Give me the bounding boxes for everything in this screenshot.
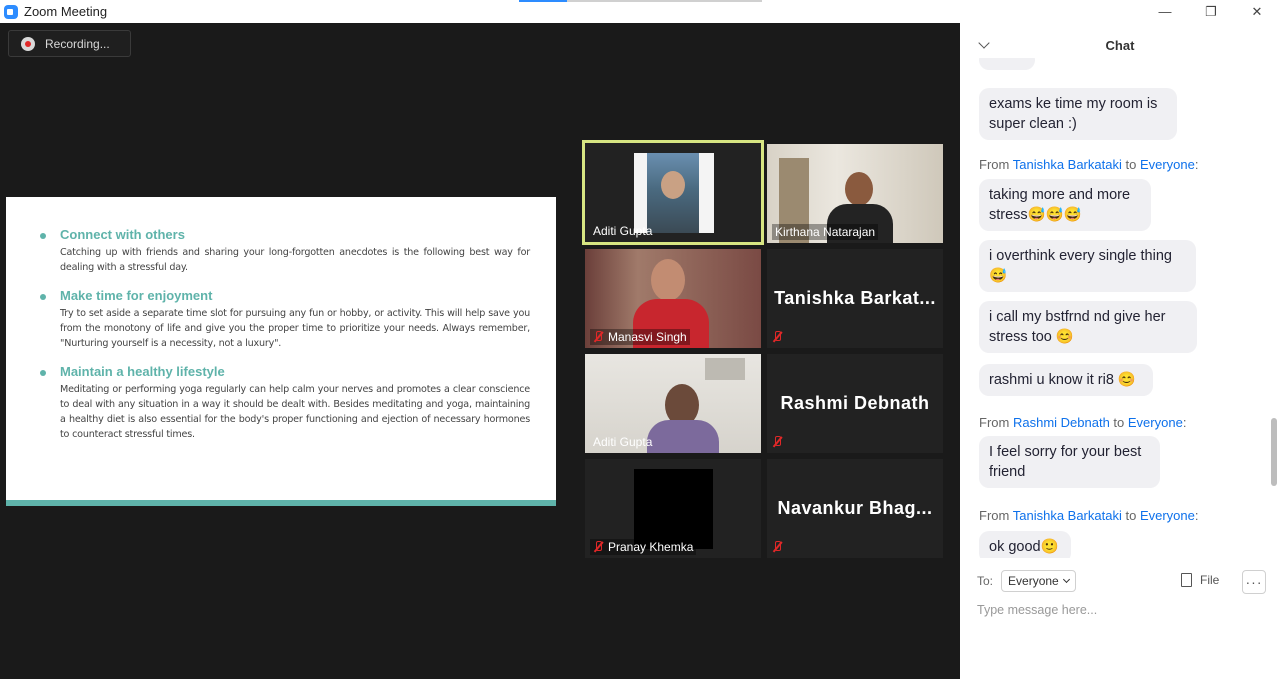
- participant-name: Aditi Gupta: [593, 435, 653, 449]
- title-bar: Zoom Meeting: [0, 0, 960, 23]
- recording-label: Recording...: [45, 36, 110, 51]
- chat-messages[interactable]: exams ke time my room is super clean :) …: [960, 58, 1280, 558]
- video-tile[interactable]: Tanishka Barkat...: [767, 249, 943, 348]
- screen-share-bar: [567, 0, 762, 2]
- close-button[interactable]: ✕: [1234, 0, 1280, 23]
- message-sender-line: From Rashmi Debnath to Everyone:: [979, 415, 1187, 430]
- message-sender-line: From Tanishka Barkataki to Everyone:: [979, 157, 1199, 172]
- bullet-dot-icon: [40, 233, 46, 239]
- recipient-name[interactable]: Everyone: [1128, 415, 1183, 430]
- screen-share-indicator: [519, 0, 567, 2]
- muted-mic-icon: [593, 541, 603, 553]
- chat-message-partial: [979, 58, 1035, 70]
- window-controls: — ❐ ✕: [1142, 0, 1280, 23]
- file-button[interactable]: File: [1181, 573, 1219, 587]
- chat-title: Chat: [1105, 38, 1135, 53]
- video-tile[interactable]: Manasvi Singh: [585, 249, 761, 348]
- restore-button[interactable]: ❐: [1188, 0, 1234, 23]
- video-tile[interactable]: Kirthana Natarajan: [767, 144, 943, 243]
- message-sender-line: From Tanishka Barkataki to Everyone:: [979, 508, 1199, 523]
- chat-message: taking more and more stress😅😅😅: [979, 179, 1151, 231]
- participant-name: Manasvi Singh: [590, 329, 690, 345]
- video-tile[interactable]: Navankur Bhag...: [767, 459, 943, 558]
- to-label: To:: [977, 574, 994, 588]
- sender-name[interactable]: Rashmi Debnath: [1013, 415, 1110, 430]
- window-title: Zoom Meeting: [24, 4, 108, 19]
- recording-indicator[interactable]: Recording...: [8, 30, 131, 57]
- slide-footer-bar: [6, 500, 556, 506]
- participant-video: [634, 153, 714, 233]
- slide-bullet: Connect with others Catching up with fri…: [40, 227, 530, 275]
- bullet-dot-icon: [40, 370, 46, 376]
- video-tile[interactable]: Aditi Gupta: [582, 140, 764, 245]
- muted-mic-icon: [772, 331, 782, 343]
- meeting-area: Recording... Connect with others Catchin…: [0, 23, 960, 679]
- participant-name: Aditi Gupta: [593, 224, 653, 238]
- bullet-body: Try to set aside a separate time slot fo…: [60, 308, 530, 349]
- recipient-name[interactable]: Everyone: [1140, 508, 1195, 523]
- chat-scrollbar-thumb[interactable]: [1271, 418, 1277, 486]
- bullet-heading: Maintain a healthy lifestyle: [60, 364, 225, 379]
- video-tile[interactable]: Aditi Gupta: [585, 354, 761, 453]
- sender-name[interactable]: Tanishka Barkataki: [1013, 157, 1122, 172]
- muted-mic-icon: [772, 541, 782, 553]
- zoom-logo-icon: [4, 4, 18, 19]
- chat-header: Chat: [960, 35, 1280, 57]
- bullet-heading: Connect with others: [60, 227, 185, 242]
- recipient-dropdown[interactable]: Everyone: [1001, 570, 1076, 592]
- chat-message: I feel sorry for your best friend: [979, 436, 1160, 488]
- bullet-heading: Make time for enjoyment: [60, 288, 213, 303]
- bullet-body: Meditating or performing yoga regularly …: [60, 384, 530, 440]
- slide-bullet: Maintain a healthy lifestyle Meditating …: [40, 364, 530, 442]
- recipient-name[interactable]: Everyone: [1140, 157, 1195, 172]
- participant-video: [634, 469, 713, 549]
- bullet-body: Catching up with friends and sharing you…: [60, 247, 530, 273]
- chat-panel: — ❐ ✕ Chat exams ke time my room is supe…: [960, 0, 1280, 679]
- participant-display-name: Tanishka Barkat...: [774, 288, 936, 308]
- record-icon: [21, 36, 35, 51]
- chat-message: ok good🙂: [979, 531, 1071, 558]
- video-tile[interactable]: Rashmi Debnath: [767, 354, 943, 453]
- slide-bullet: Make time for enjoyment Try to set aside…: [40, 288, 530, 351]
- muted-mic-icon: [593, 331, 603, 343]
- chevron-down-icon: [1062, 575, 1070, 584]
- bullet-dot-icon: [40, 294, 46, 300]
- chat-message: i call my bstfrnd nd give her stress too…: [979, 301, 1197, 353]
- recipient-row: To: Everyone: [977, 570, 1076, 592]
- chat-message: exams ke time my room is super clean :): [979, 88, 1177, 140]
- minimize-button[interactable]: —: [1142, 0, 1188, 23]
- sender-name[interactable]: Tanishka Barkataki: [1013, 508, 1122, 523]
- chat-message: rashmi u know it ri8 😊: [979, 364, 1153, 396]
- video-tile[interactable]: Pranay Khemka: [585, 459, 761, 558]
- file-icon: [1181, 573, 1192, 587]
- more-options-button[interactable]: ···: [1242, 570, 1266, 594]
- participant-display-name: Navankur Bhag...: [777, 498, 933, 518]
- participant-name: Kirthana Natarajan: [772, 224, 879, 240]
- message-input[interactable]: [977, 600, 1257, 620]
- muted-mic-icon: [772, 436, 782, 448]
- participant-display-name: Rashmi Debnath: [780, 393, 930, 413]
- chat-message: i overthink every single thing 😅: [979, 240, 1196, 292]
- participant-name: Pranay Khemka: [590, 539, 697, 555]
- shared-screen-slide: Connect with others Catching up with fri…: [6, 197, 556, 506]
